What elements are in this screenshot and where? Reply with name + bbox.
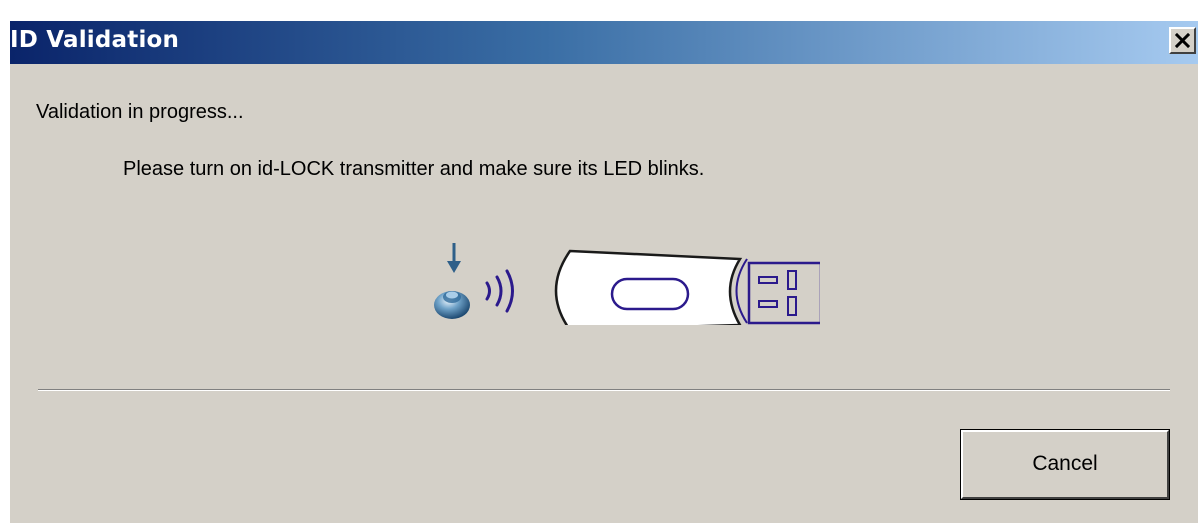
power-button-icon [434,243,470,319]
instruction-text: Please turn on id-LOCK transmitter and m… [123,158,705,180]
wireless-signal-icon [485,269,514,313]
close-button[interactable] [1169,27,1196,54]
cancel-button[interactable]: Cancel [960,429,1170,500]
id-validation-dialog: ID Validation Validation in progress... … [9,20,1198,523]
separator [38,389,1170,391]
close-icon [1175,33,1190,48]
device-illustration [434,243,820,325]
background-strip [0,0,1198,20]
window-title: ID Validation [10,27,180,53]
usb-key-icon [554,249,820,325]
status-text: Validation in progress... [36,101,244,123]
title-bar[interactable]: ID Validation [10,21,1198,64]
